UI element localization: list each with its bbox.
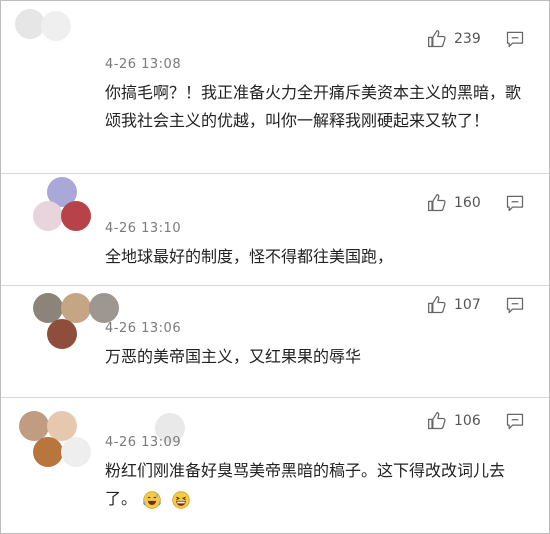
comment-icon[interactable]: [505, 295, 525, 315]
thumbs-up-icon: [428, 412, 446, 430]
like-count: 160: [454, 195, 481, 211]
comment-text: 你搞毛啊？！我正准备火力全开痛斥美资本主义的黑暗，歌颂我社会主义的优越，叫你一解…: [105, 83, 522, 130]
comment-item: 4-26 13:06 107 万恶的美帝国主义，又红果果的辱华: [1, 285, 549, 397]
comment-text: 全地球最好的制度，怪不得都往美国跑，: [105, 247, 394, 266]
like-button[interactable]: 107: [427, 295, 481, 315]
comment-icon[interactable]: [505, 193, 525, 213]
grin-emoji: [172, 490, 190, 509]
avatar[interactable]: [33, 177, 93, 235]
like-button[interactable]: 160: [427, 193, 481, 213]
comment-icon[interactable]: [505, 29, 525, 49]
sweat-laugh-emoji: [143, 490, 161, 509]
comment-time: 4-26 13:09: [105, 435, 182, 450]
like-button[interactable]: 239: [427, 29, 481, 49]
comment-text-block: 粉红们刚准备好臭骂美帝黑暗的稿子。这下得改改词儿去了。: [105, 457, 525, 513]
comment-time: 4-26 13:08: [105, 57, 182, 72]
comment-item: 4-26 13:10 160 全地球最好的制度，怪不得都往美国跑，: [1, 173, 549, 285]
comment-text: 粉红们刚准备好臭骂美帝黑暗的稿子。这下得改改词儿去了。: [105, 461, 506, 508]
comment-icon[interactable]: [505, 411, 525, 431]
thumbs-up-icon: [428, 296, 446, 314]
comment-item: 4-26 13:09 106 粉红们刚准备好臭骂美帝黑暗的稿子。这下得改改词儿去…: [1, 397, 549, 533]
comment-list: 4-26 13:08 239 你搞毛啊？！我正准备火力全开痛斥美资本主义的黑暗，…: [0, 0, 550, 534]
comment-item: 4-26 13:08 239 你搞毛啊？！我正准备火力全开痛斥美资本主义的黑暗，…: [1, 1, 549, 181]
like-count: 239: [454, 31, 481, 47]
comment-time: 4-26 13:06: [105, 321, 182, 336]
like-button[interactable]: 106: [427, 411, 481, 431]
thumbs-up-icon: [428, 30, 446, 48]
thumbs-up-icon: [428, 194, 446, 212]
like-count: 106: [454, 413, 481, 429]
comment-time: 4-26 13:10: [105, 221, 182, 236]
avatar[interactable]: [15, 9, 105, 49]
comment-text: 万恶的美帝国主义，又红果果的辱华: [105, 347, 362, 366]
like-count: 107: [454, 297, 481, 313]
